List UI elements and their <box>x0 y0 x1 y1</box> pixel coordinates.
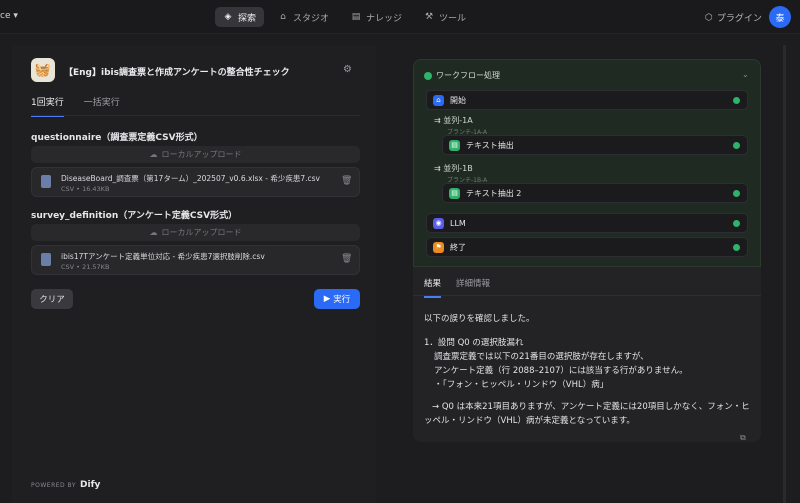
check-icon <box>733 220 740 227</box>
document-icon: ▤ <box>449 187 460 199</box>
result-panel: ワークフロー処理 ⌄ ⌂ 開始 ⇉ 並列-1A ブランチ-1A-A ▤ テキスト… <box>413 59 761 442</box>
avatar[interactable]: 泰 <box>769 6 791 28</box>
chevron-down-icon[interactable]: ⌄ <box>742 70 749 79</box>
run-label: 実行 <box>333 295 351 305</box>
trash-icon[interactable]: 🗑 <box>341 254 352 264</box>
node-end[interactable]: ⚑ 終了 <box>426 237 748 257</box>
nav-explore-label: 探索 <box>238 13 257 24</box>
tab-divider <box>413 295 761 296</box>
workspace-name: ce <box>0 11 11 21</box>
workflow-title: ワークフロー処理 <box>436 71 500 80</box>
node-text-extract-1[interactable]: ▤ テキスト抽出 <box>442 135 748 155</box>
upload-label: ローカルアップロード <box>161 150 242 159</box>
powered-by: POWERED BY Dify <box>31 480 100 490</box>
app-icon: 🧺 <box>31 58 55 82</box>
node-label: 開始 <box>450 95 466 105</box>
nav-tools[interactable]: ⚒ ツール <box>416 7 474 27</box>
result-line: ・「フォン・ヒッペル・リンドウ（VHL）病」 <box>434 380 609 390</box>
settings-icon[interactable]: ⚙ <box>343 64 352 75</box>
tab-divider <box>31 115 360 116</box>
top-bar: ce ▾ ◈ 探索 ⌂ スタジオ ▤ ナレッジ ⚒ ツール ⬡ プラグイン 泰 <box>0 0 800 34</box>
upload-button-survey-definition[interactable]: ☁ ローカルアップロード <box>31 224 360 241</box>
cloud-upload-icon: ☁ <box>149 228 158 237</box>
node-label: テキスト抽出 <box>466 140 514 150</box>
compass-icon: ◈ <box>224 12 232 22</box>
file-item-survey-definition: ibis17Tアンケート定義単位対応 - 希少疾患7選択肢削除.csv CSV … <box>31 245 360 275</box>
run-button[interactable]: ▶ 実行 <box>314 289 360 309</box>
branch-title-text: 並列-1B <box>443 164 473 173</box>
play-icon: ▶ <box>323 294 331 304</box>
llm-icon: ◉ <box>433 217 444 229</box>
studio-icon: ⌂ <box>280 12 286 22</box>
file-icon <box>41 253 51 266</box>
nav-tools-label: ツール <box>439 13 467 24</box>
result-line: 調査票定義では以下の21番目の選択肢が存在しますが、 <box>434 352 649 362</box>
dify-logo: Dify <box>80 480 101 490</box>
powered-by-label: POWERED BY <box>31 481 77 489</box>
branch-title: ⇉ 並列-1B <box>434 164 473 173</box>
nav-knowledge[interactable]: ▤ ナレッジ <box>343 7 410 27</box>
result-text: 以下の誤りを確認しました。 1．設問 Q0 の選択肢漏れ 調査票定義では以下の2… <box>424 312 754 428</box>
node-label: テキスト抽出 2 <box>466 188 522 198</box>
field-label-survey-definition: survey_definition（アンケート定義CSV形式） <box>31 211 238 221</box>
upload-label: ローカルアップロード <box>161 228 242 237</box>
file-name: DiseaseBoard_調査票（第17ターム）_202507_v0.6.xls… <box>61 174 320 183</box>
document-icon: ▤ <box>449 139 460 151</box>
nav-studio[interactable]: ⌂ スタジオ <box>270 7 337 27</box>
result-line: 1．設問 Q0 の選択肢漏れ <box>424 338 524 348</box>
workflow-status: ワークフロー処理 ⌄ ⌂ 開始 ⇉ 並列-1A ブランチ-1A-A ▤ テキスト… <box>413 59 761 267</box>
plugin-button[interactable]: ⬡ プラグイン <box>705 11 762 25</box>
result-line: アンケート定義（行 2088–2107）には該当する行がありません。 <box>434 366 688 376</box>
home-icon: ⌂ <box>433 94 444 106</box>
nav-explore[interactable]: ◈ 探索 <box>215 7 265 27</box>
field-label-questionnaire: questionnaire（調査票定義CSV形式） <box>31 133 203 143</box>
plugin-label: プラグイン <box>716 14 762 24</box>
upload-button-questionnaire[interactable]: ☁ ローカルアップロード <box>31 146 360 163</box>
result-line: → Q0 は本来21項目ありますが、アンケート定義には20項目しかなく、フォン・… <box>424 402 750 426</box>
file-item-questionnaire: DiseaseBoard_調査票（第17ターム）_202507_v0.6.xls… <box>31 167 360 197</box>
check-circle-icon <box>424 71 432 80</box>
tab-batch-run[interactable]: 一括実行 <box>84 95 120 117</box>
trash-icon[interactable]: 🗑 <box>341 176 352 186</box>
flag-icon: ⚑ <box>433 241 444 253</box>
clear-button[interactable]: クリア <box>31 289 73 309</box>
book-icon: ▤ <box>351 12 361 22</box>
copy-icon[interactable]: ⧉ <box>740 433 746 442</box>
node-llm[interactable]: ◉ LLM <box>426 213 748 233</box>
cube-icon: ⬡ <box>705 12 713 23</box>
workspace-selector[interactable]: ce ▾ <box>0 11 18 21</box>
main-nav: ◈ 探索 ⌂ スタジオ ▤ ナレッジ ⚒ ツール <box>215 7 474 27</box>
workflow-header[interactable]: ワークフロー処理 <box>424 70 500 81</box>
wrench-icon: ⚒ <box>425 12 434 22</box>
file-name: ibis17Tアンケート定義単位対応 - 希少疾患7選択肢削除.csv <box>61 252 265 261</box>
node-label: 終了 <box>450 242 466 252</box>
nav-knowledge-label: ナレッジ <box>366 13 403 24</box>
node-start[interactable]: ⌂ 開始 <box>426 90 748 110</box>
scrollbar[interactable] <box>783 45 786 503</box>
branch-title-text: 並列-1A <box>443 116 473 125</box>
check-icon <box>733 190 740 197</box>
app-panel: 🧺 【Eng】ibis調査票と作成アンケートの整合性チェック ⚙ 1回実行 一括… <box>12 45 376 503</box>
node-text-extract-2[interactable]: ▤ テキスト抽出 2 <box>442 183 748 203</box>
run-tabs: 1回実行 一括実行 <box>31 95 120 117</box>
node-label: LLM <box>450 218 466 228</box>
tab-single-run[interactable]: 1回実行 <box>31 95 64 117</box>
branch-title: ⇉ 並列-1A <box>434 116 473 125</box>
check-icon <box>733 142 740 149</box>
check-icon <box>733 97 740 104</box>
app-title: 【Eng】ibis調査票と作成アンケートの整合性チェック <box>64 68 290 78</box>
result-line: 以下の誤りを確認しました。 <box>424 314 535 324</box>
check-icon <box>733 244 740 251</box>
cloud-upload-icon: ☁ <box>149 150 158 159</box>
file-icon <box>41 175 51 188</box>
file-meta: CSV • 21.57KB <box>61 263 110 271</box>
file-meta: CSV • 16.43KB <box>61 185 110 193</box>
nav-studio-label: スタジオ <box>293 13 330 24</box>
